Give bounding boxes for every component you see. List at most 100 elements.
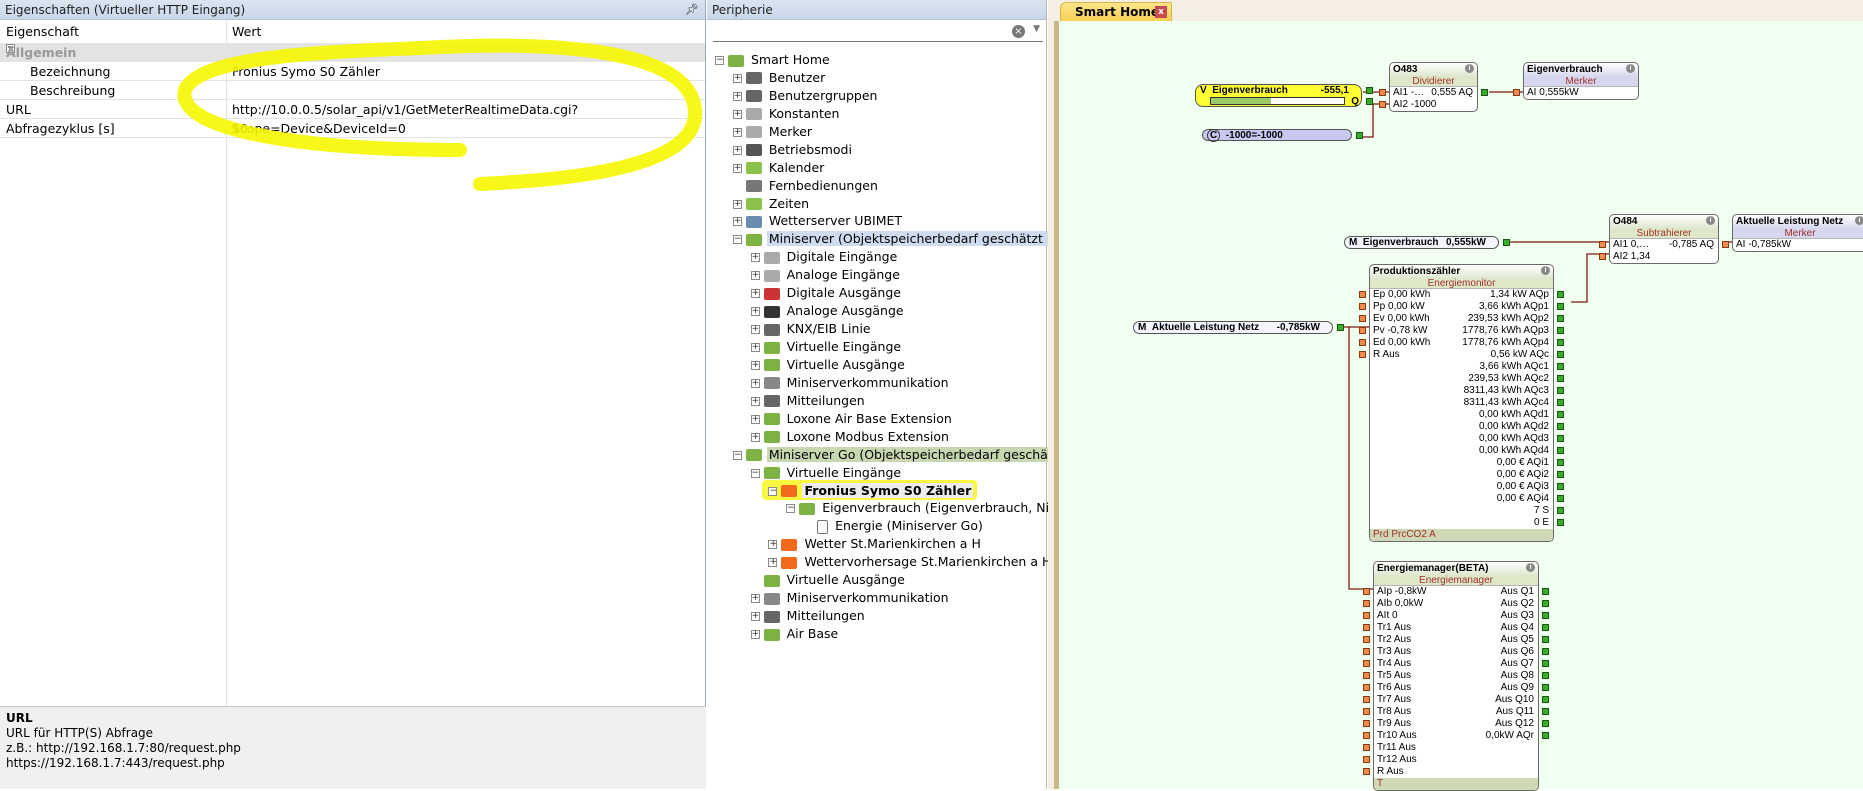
block-merk2[interactable]: Aktuelle Leistung Netz i Merker AI -0,785kW [1722,214,1863,252]
output-pin[interactable] [1557,423,1564,430]
input-pin[interactable] [1363,600,1370,607]
expand-icon[interactable]: + [750,630,760,640]
input-pin[interactable] [1363,684,1370,691]
expand-icon[interactable]: + [750,253,760,263]
output-pin[interactable] [1542,732,1549,739]
pill-c-const[interactable]: C -1000=-1000 [1202,129,1363,142]
tree-item[interactable]: + Benutzergruppen [732,87,880,105]
output-pin[interactable] [1557,387,1564,394]
info-icon[interactable]: i [1626,64,1635,73]
tree-item[interactable]: + Virtuelle Ausgänge [750,356,907,374]
collapse-icon[interactable]: − [768,486,778,496]
expand-icon[interactable]: + [750,612,760,622]
tree-item[interactable]: Energie (Miniserver Go) [804,517,985,535]
input-pin[interactable] [1363,696,1370,703]
expand-icon[interactable]: + [732,73,742,83]
input-pin[interactable] [1379,89,1386,96]
output-pin[interactable] [1557,315,1564,322]
expand-icon[interactable]: + [750,360,760,370]
clear-search-icon[interactable]: × [1012,25,1025,38]
expand-icon[interactable]: + [750,307,760,317]
tree-item[interactable]: + Kalender [732,159,827,177]
output-pin[interactable] [1557,471,1564,478]
tree-item[interactable]: + Mitteilungen [750,607,867,625]
output-pin[interactable] [1503,239,1510,246]
info-icon[interactable]: i [1465,64,1474,73]
tree-item[interactable]: − Fronius Symo S0 Zähler [768,482,974,500]
expand-icon[interactable]: + [750,271,760,281]
output-pin[interactable] [1542,624,1549,631]
expand-icon[interactable]: + [732,145,742,155]
output-pin[interactable] [1542,600,1549,607]
input-pin[interactable] [1359,339,1366,346]
expand-icon[interactable]: + [732,163,742,173]
block-o483[interactable]: O483 i Dividierer AI1 -… AI2 -1000 0,555 AQ [1379,62,1488,112]
expand-icon[interactable]: + [750,594,760,604]
input-pin[interactable] [1379,101,1386,108]
pill-m-eigen[interactable]: M Eigenverbrauch 0,555kW [1344,236,1510,249]
input-pin[interactable] [1363,624,1370,631]
tree-item[interactable]: + Loxone Modbus Extension [750,428,951,446]
expand-icon[interactable]: + [750,432,760,442]
tree-item[interactable]: − Miniserver Go (Objektspeicherbedarf ges… [732,446,1094,464]
tree-item[interactable]: + Miniserverkommunikation [750,374,951,392]
group-allgemein[interactable]: − Allgemein [0,44,705,62]
column-splitter[interactable] [226,20,227,706]
input-pin[interactable] [1363,720,1370,727]
logic-canvas[interactable]: V Eigenverbrauch -555,1 Q C -1000=-1000 M Ei… [1054,21,1863,791]
input-pin[interactable] [1513,89,1520,96]
output-pin[interactable] [1542,648,1549,655]
tree-item[interactable]: − Eigenverbrauch (Eigenverbrauch, Nicht [786,499,1071,517]
output-pin[interactable] [1557,435,1564,442]
block-merk1[interactable]: Eigenverbrauch i Merker AI 0,555kW [1513,62,1639,100]
tree-item[interactable]: + Loxone Air Base Extension [750,410,954,428]
output-pin[interactable] [1337,324,1344,331]
output-pin[interactable] [1366,87,1373,94]
output-pin[interactable] [1557,459,1564,466]
output-pin[interactable] [1557,507,1564,514]
output-pin[interactable] [1557,327,1564,334]
input-pin[interactable] [1363,660,1370,667]
expand-icon[interactable]: + [768,540,778,550]
expand-icon[interactable]: + [732,217,742,227]
output-pin[interactable] [1557,339,1564,346]
periphery-search-input[interactable]: × ▼ [713,22,1043,42]
collapse-icon[interactable]: − [732,450,742,460]
info-icon[interactable]: i [1706,216,1715,225]
info-icon[interactable]: i [1855,216,1863,225]
output-pin[interactable] [1356,132,1363,139]
property-row[interactable]: Beschreibung [0,81,705,100]
close-tab-icon[interactable]: x [1155,6,1167,18]
input-pin[interactable] [1599,253,1606,260]
input-pin[interactable] [1363,636,1370,643]
tree-item[interactable]: + Mitteilungen [750,392,867,410]
expand-icon[interactable]: + [750,325,760,335]
output-pin[interactable] [1542,684,1549,691]
output-pin[interactable] [1557,495,1564,502]
column-value[interactable]: Wert [232,20,261,44]
output-pin[interactable] [1557,291,1564,298]
output-pin[interactable] [1557,483,1564,490]
output-pin[interactable] [1542,612,1549,619]
output-pin[interactable] [1557,363,1564,370]
input-pin[interactable] [1363,708,1370,715]
tree-item[interactable]: + Analoge Eingänge [750,266,902,284]
tree-item[interactable]: + Wetterserver UBIMET [732,212,904,230]
block-o484[interactable]: O484 i Subtrahierer AI1 0,… AI2 1,34 -0,785 A… [1599,214,1729,264]
expand-icon[interactable]: + [750,396,760,406]
input-pin[interactable] [1363,612,1370,619]
property-value[interactable]: 10 [232,119,248,138]
column-property[interactable]: Eigenschaft [6,20,79,44]
pill-v-eigen[interactable]: V Eigenverbrauch -555,1 Q [1195,84,1373,107]
input-pin[interactable] [1359,327,1366,334]
input-pin[interactable] [1359,303,1366,310]
dropdown-icon[interactable]: ▼ [1033,24,1040,34]
tree-item[interactable]: + Wetter St.Marienkirchen a H [768,535,982,553]
tree-item[interactable]: − Smart Home [715,51,832,69]
tab-smart-home[interactable]: Smart Home x [1060,2,1172,21]
input-pin[interactable] [1363,588,1370,595]
output-pin[interactable] [1557,399,1564,406]
tree-item[interactable]: + Benutzer [732,69,827,87]
input-pin[interactable] [1363,732,1370,739]
output-pin[interactable] [1542,588,1549,595]
